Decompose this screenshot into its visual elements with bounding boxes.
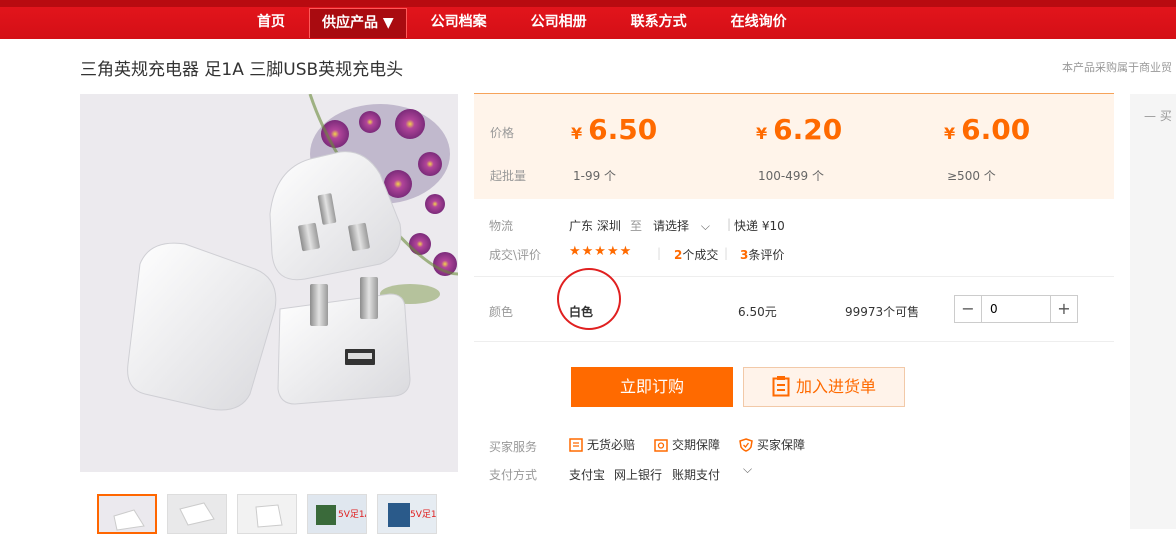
- price-panel: 价格 起批量 ¥6.50 ¥6.20 ¥6.00 1-99 个 100-499 …: [474, 93, 1114, 199]
- quantity-stepper: − +: [954, 295, 1078, 323]
- destination-select-label: 请选择: [653, 219, 690, 233]
- thumbnail-1[interactable]: [97, 494, 157, 534]
- thumbnail-2[interactable]: [167, 494, 227, 534]
- currency-symbol: ¥: [944, 124, 956, 143]
- rating-stars: ★★★★★: [569, 244, 633, 259]
- chevron-down-icon[interactable]: ⌵: [743, 462, 752, 477]
- express-fee: 快递 ¥10: [734, 219, 785, 233]
- ship-from: 广东 深圳: [569, 219, 621, 233]
- delivery-guarantee-icon: [654, 438, 668, 452]
- thumbnail-caption: 5V足1A: [338, 509, 366, 520]
- highlight-circle: [557, 268, 621, 330]
- thumbnail-5[interactable]: 5V足1A: [377, 494, 437, 534]
- add-to-cart-button[interactable]: 加入进货单: [743, 367, 905, 407]
- thumbnail-4[interactable]: 5V足1A: [307, 494, 367, 534]
- currency-symbol: ¥: [756, 124, 768, 143]
- spec-price: 6.50元: [738, 305, 777, 319]
- nav-inquiry[interactable]: 在线询价: [709, 8, 809, 37]
- thumbnail-image: 5V足1A: [308, 495, 366, 533]
- nav-home[interactable]: 首页: [235, 8, 307, 37]
- price-tier-1: ¥6.50: [571, 113, 657, 146]
- product-main-image[interactable]: [80, 94, 458, 472]
- thumbnail-strip: 5V足1A 5V足1A: [97, 494, 437, 534]
- quantity-input[interactable]: [981, 296, 1051, 322]
- color-label: 颜色: [489, 305, 514, 319]
- buyer-services-label: 买家服务: [489, 440, 538, 454]
- separator: [474, 341, 1114, 342]
- review-count-link[interactable]: 3条评价: [740, 246, 784, 263]
- chevron-down-icon: ⌵: [700, 219, 710, 233]
- thumbnail-image: [168, 495, 226, 533]
- stock-available: 99973个可售: [845, 305, 920, 319]
- ship-to-word: 至: [630, 219, 643, 233]
- payment-credit-term: 账期支付: [672, 468, 721, 482]
- deals-label: 成交\评价: [489, 248, 542, 262]
- nav-company-album[interactable]: 公司相册: [509, 8, 609, 37]
- product-title: 三角英规充电器 足1A 三脚USB英规充电头: [80, 60, 404, 80]
- divider: |: [727, 217, 732, 231]
- buy-now-button[interactable]: 立即订购: [571, 367, 733, 407]
- service-delivery-guarantee[interactable]: 交期保障: [654, 436, 720, 453]
- qty-tier-3: ≥500 个: [947, 169, 996, 183]
- clipboard-icon: [772, 376, 790, 397]
- payment-online-bank: 网上银行: [614, 468, 663, 482]
- service-label: 买家保障: [757, 438, 806, 452]
- currency-symbol: ¥: [571, 124, 583, 143]
- price-value: 6.50: [588, 113, 658, 146]
- destination-select[interactable]: 请选择 ⌵: [653, 217, 710, 234]
- logistics-label: 物流: [489, 219, 514, 233]
- review-text: 条评价: [748, 248, 785, 262]
- increase-button[interactable]: +: [1051, 296, 1077, 322]
- nav-company-profile[interactable]: 公司档案: [409, 8, 509, 37]
- decrease-button[interactable]: −: [955, 296, 981, 322]
- thumbnail-image: [238, 495, 296, 533]
- divider: |: [657, 246, 662, 260]
- sold-text: 个成交: [682, 248, 719, 262]
- compensation-icon: [569, 437, 583, 452]
- shield-icon: [739, 437, 753, 452]
- sold-count-link[interactable]: 2个成交: [674, 246, 718, 263]
- thumbnail-3[interactable]: [237, 494, 297, 534]
- service-buyer-protection[interactable]: 买家保障: [739, 436, 805, 453]
- right-panel-label: — 买: [1144, 109, 1172, 123]
- top-nav-bar: 首页 供应产品 ▼ 公司档案 公司相册 联系方式 在线询价: [0, 0, 1176, 39]
- service-label: 交期保障: [672, 438, 721, 452]
- service-label: 无货必赔: [587, 438, 636, 452]
- nav-products[interactable]: 供应产品 ▼: [309, 8, 407, 38]
- service-no-stock-compensation[interactable]: 无货必赔: [569, 436, 635, 453]
- divider: |: [724, 246, 729, 260]
- qty-tier-2: 100-499 个: [758, 169, 824, 183]
- top-stripe: [0, 0, 1176, 7]
- qty-tier-1: 1-99 个: [573, 169, 617, 183]
- min-order-label: 起批量: [490, 169, 527, 183]
- thumbnail-image: 5V足1A: [378, 495, 436, 533]
- price-value: 6.20: [773, 113, 843, 146]
- price-value: 6.00: [961, 113, 1031, 146]
- thumbnail-image: [99, 496, 155, 532]
- price-tier-2: ¥6.20: [756, 113, 842, 146]
- price-label: 价格: [490, 126, 515, 140]
- charger-photo: [80, 94, 458, 472]
- purchase-notice: 本产品采购属于商业贸: [1062, 61, 1172, 74]
- payment-alipay: 支付宝: [569, 468, 606, 482]
- right-side-panel: [1130, 94, 1176, 529]
- payment-label: 支付方式: [489, 468, 538, 482]
- price-tier-3: ¥6.00: [944, 113, 1030, 146]
- main-nav: 首页 供应产品 ▼ 公司档案 公司相册 联系方式 在线询价: [235, 8, 809, 39]
- nav-contact[interactable]: 联系方式: [609, 8, 709, 37]
- thumbnail-caption: 5V足1A: [410, 509, 436, 520]
- add-to-cart-label: 加入进货单: [795, 377, 876, 396]
